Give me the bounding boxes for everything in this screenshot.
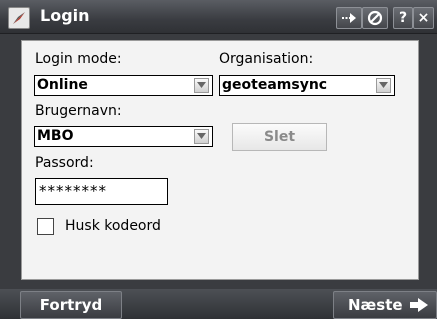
chevron-down-icon[interactable] — [194, 78, 209, 93]
password-field[interactable]: ******** — [35, 178, 168, 205]
organisation-label: Organisation: — [219, 51, 314, 67]
organisation-dropdown[interactable]: geoteamsync — [219, 75, 395, 96]
login-mode-value: Online — [37, 77, 88, 93]
remember-password-checkbox[interactable] — [37, 218, 54, 235]
login-mode-label: Login mode: — [35, 51, 122, 67]
password-label: Passord: — [35, 155, 94, 171]
login-mode-dropdown[interactable]: Online — [34, 75, 213, 96]
cancel-button-label: Fortryd — [39, 296, 103, 314]
close-button[interactable]: × — [413, 7, 434, 29]
help-button[interactable]: ? — [393, 7, 413, 29]
next-button[interactable]: Næste — [333, 291, 437, 319]
username-dropdown[interactable]: MBO — [34, 126, 213, 147]
organisation-value: geoteamsync — [222, 77, 328, 93]
remember-password-label[interactable]: Husk kodeord — [65, 218, 161, 234]
username-label: Brugernavn: — [35, 103, 122, 119]
compass-icon[interactable] — [8, 7, 30, 29]
title-bar: Login ? × — [0, 0, 437, 34]
username-value: MBO — [37, 128, 74, 144]
chevron-down-icon[interactable] — [194, 129, 209, 144]
arrow-right-icon — [410, 298, 428, 312]
next-button-label: Næste — [348, 296, 403, 314]
cancel-button[interactable]: Fortryd — [20, 291, 122, 319]
no-signal-icon[interactable] — [362, 7, 388, 29]
chevron-down-icon[interactable] — [376, 78, 391, 93]
window-title: Login — [40, 6, 90, 25]
sync-icon[interactable] — [336, 7, 362, 29]
delete-button[interactable]: Slet — [232, 123, 327, 151]
